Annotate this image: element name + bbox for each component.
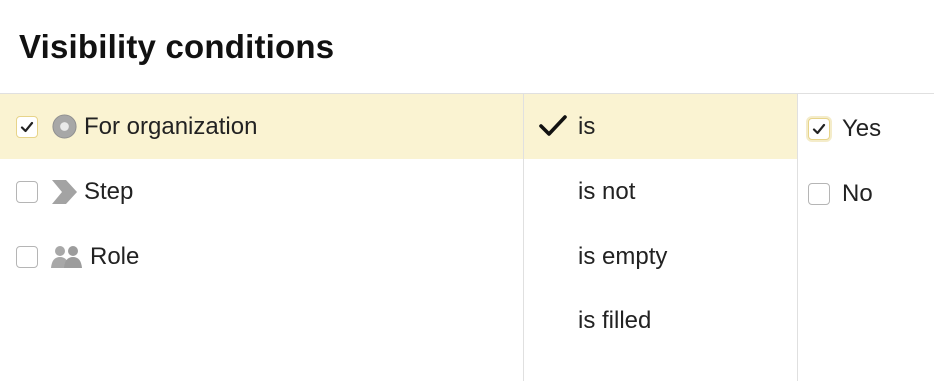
field-checkbox[interactable]: [16, 115, 38, 138]
field-checkbox[interactable]: [16, 180, 38, 203]
operator-row-is-not[interactable]: is not: [524, 159, 798, 224]
operator-row-is-empty[interactable]: is empty: [524, 224, 798, 289]
fields-column: For organization Step Role: [0, 94, 523, 381]
checkmark-icon: [20, 121, 34, 132]
step-icon: [50, 178, 78, 206]
field-label: For organization: [84, 112, 258, 140]
operator-label: is not: [578, 177, 636, 205]
field-label: Role: [90, 242, 140, 270]
value-row-no[interactable]: No: [798, 161, 934, 226]
role-icon: [50, 243, 84, 271]
organization-icon: [50, 113, 78, 141]
field-row-for-organization[interactable]: For organization: [0, 94, 523, 159]
conditions-panel: For organization Step Role is is not is …: [0, 93, 934, 381]
value-label: No: [842, 179, 873, 207]
visibility-conditions-page: Visibility conditions For organization S…: [0, 0, 934, 381]
value-checkbox[interactable]: [808, 117, 830, 140]
field-label: Step: [84, 177, 134, 205]
operator-label: is filled: [578, 306, 652, 334]
value-row-yes[interactable]: Yes: [798, 96, 934, 161]
operator-label: is: [578, 112, 596, 140]
field-checkbox[interactable]: [16, 245, 38, 268]
field-row-step[interactable]: Step: [0, 159, 523, 224]
checkmark-icon: [812, 123, 826, 134]
value-label: Yes: [842, 114, 882, 142]
page-title: Visibility conditions: [19, 28, 335, 65]
field-row-role[interactable]: Role: [0, 224, 523, 289]
operator-row-is-filled[interactable]: is filled: [524, 288, 798, 353]
checkmark-icon: [539, 115, 567, 136]
values-column: Yes No: [797, 94, 934, 381]
operator-label: is empty: [578, 242, 668, 270]
value-checkbox[interactable]: [808, 182, 830, 205]
operator-row-is[interactable]: is: [524, 94, 798, 159]
operators-column: is is not is empty is filled: [523, 94, 798, 381]
